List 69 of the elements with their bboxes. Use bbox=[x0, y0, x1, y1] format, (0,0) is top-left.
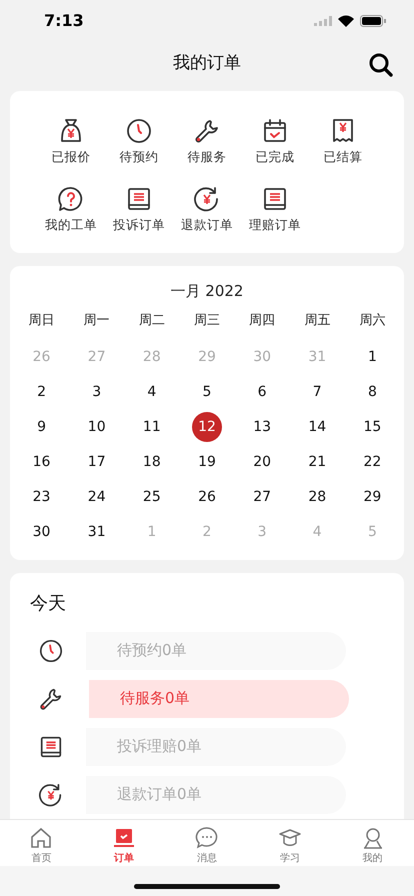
calendar-day[interactable]: 31 bbox=[82, 517, 112, 548]
order-type-item[interactable]: 我的工单 bbox=[37, 184, 105, 245]
calendar-month: 一月 2022 bbox=[170, 280, 244, 302]
order-type-item[interactable]: 已结算 bbox=[309, 116, 377, 177]
calendar-day[interactable]: 27 bbox=[247, 482, 278, 512]
calendar-day[interactable]: 24 bbox=[82, 482, 112, 512]
chat-bubble-icon bbox=[194, 826, 219, 849]
calendar-day[interactable]: 12 bbox=[192, 412, 222, 442]
today-title: 今天 bbox=[30, 592, 67, 615]
weekday-label: 周五 bbox=[303, 312, 332, 330]
signal-icon bbox=[314, 16, 332, 26]
tab-bar-item[interactable]: 消息 bbox=[166, 820, 248, 866]
calendar-day[interactable]: 13 bbox=[247, 412, 278, 442]
calendar-day[interactable]: 29 bbox=[357, 482, 388, 512]
calendar-day[interactable]: 4 bbox=[136, 377, 167, 408]
graduation-cap-icon bbox=[278, 826, 302, 849]
calendar-day[interactable]: 11 bbox=[136, 412, 167, 442]
calendar-day[interactable]: 7 bbox=[302, 377, 332, 408]
calendar-day[interactable]: 14 bbox=[302, 412, 332, 442]
weekday-label: 周日 bbox=[28, 312, 56, 330]
laptop-check-icon bbox=[112, 826, 136, 849]
calendar-day[interactable]: 21 bbox=[302, 447, 332, 478]
order-type-item[interactable]: 投诉订单 bbox=[105, 184, 173, 245]
tab-bar-item[interactable]: 订单 bbox=[82, 820, 166, 866]
order-type-item[interactable]: 理赔订单 bbox=[241, 184, 309, 245]
clock-icon bbox=[125, 116, 153, 145]
calendar-day[interactable]: 28 bbox=[302, 482, 332, 512]
weekday-label: 周二 bbox=[138, 312, 166, 330]
status-time: 7:13 bbox=[44, 11, 84, 30]
weekday-label: 周三 bbox=[192, 312, 221, 330]
calendar-day[interactable]: 17 bbox=[82, 447, 112, 478]
calendar-day[interactable]: 3 bbox=[82, 377, 112, 408]
tab-bar-item[interactable]: 我的 bbox=[331, 820, 414, 866]
page-title: 我的订单 bbox=[173, 52, 241, 74]
calendar-day[interactable]: 25 bbox=[136, 482, 167, 512]
wifi-icon bbox=[338, 14, 354, 26]
calendar-day[interactable]: 23 bbox=[26, 482, 57, 512]
refund-arrow-icon bbox=[193, 184, 221, 213]
calendar-day[interactable]: 22 bbox=[357, 447, 388, 478]
calendar-day[interactable]: 16 bbox=[26, 447, 57, 478]
weekday-label: 周四 bbox=[248, 312, 276, 330]
calendar-day[interactable]: 20 bbox=[247, 447, 278, 478]
calendar-day[interactable]: 19 bbox=[192, 447, 222, 478]
clock-icon bbox=[38, 638, 64, 664]
refund-arrow-icon bbox=[38, 782, 64, 808]
question-bubble-icon bbox=[57, 184, 85, 213]
calendar-day[interactable]: 9 bbox=[26, 412, 57, 442]
calendar-day[interactable]: 15 bbox=[357, 412, 388, 442]
calendar-day[interactable]: 18 bbox=[136, 447, 167, 478]
order-type-item[interactable]: 待服务 bbox=[173, 116, 241, 177]
calendar-day[interactable]: 10 bbox=[82, 412, 112, 442]
tab-bar-item[interactable]: 首页 bbox=[0, 820, 83, 866]
calendar-day[interactable]: 30 bbox=[26, 517, 57, 548]
calendar-day[interactable]: 2 bbox=[26, 377, 57, 408]
weekday-label: 周一 bbox=[82, 312, 111, 330]
order-type-item[interactable]: 退款订单 bbox=[173, 184, 241, 245]
calendar-day[interactable]: 8 bbox=[357, 377, 388, 408]
calendar-day[interactable]: 5 bbox=[192, 377, 222, 408]
calendar-day[interactable]: 6 bbox=[247, 377, 278, 408]
order-type-item[interactable]: 已完成 bbox=[241, 116, 309, 177]
calendar-day[interactable]: 26 bbox=[192, 482, 222, 512]
order-type-item[interactable]: 待预约 bbox=[105, 116, 173, 177]
tab-bar-item[interactable]: 学习 bbox=[248, 820, 332, 866]
order-type-item[interactable]: 已报价 bbox=[37, 116, 105, 177]
home-icon bbox=[29, 826, 54, 849]
weekday-label: 周六 bbox=[358, 312, 386, 330]
calendar-day[interactable]: 1 bbox=[357, 342, 388, 372]
calendar-icon bbox=[261, 116, 289, 145]
battery-icon bbox=[360, 14, 386, 26]
